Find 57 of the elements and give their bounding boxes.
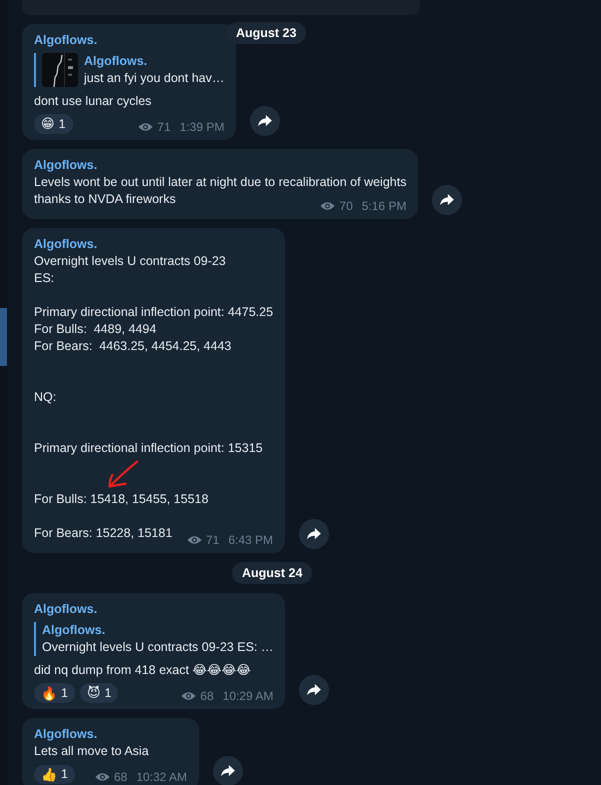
- reply-quote[interactable]: Algoflows. just an fyi you dont hav…: [34, 53, 224, 87]
- forward-button[interactable]: [432, 185, 462, 215]
- message-time: 5:16 PM: [362, 199, 406, 213]
- message-text: Levels wont be out until later at night due to recalibration of weights: [34, 174, 406, 191]
- reaction-chip[interactable]: 🔥 1: [34, 683, 75, 703]
- reaction-chip[interactable]: 😈 1: [80, 683, 118, 703]
- view-count: 68: [200, 689, 214, 703]
- message-text: Lets all move to Asia: [34, 743, 149, 760]
- view-count: 71: [206, 533, 220, 547]
- reaction-chip[interactable]: 👍 1: [34, 764, 75, 784]
- views-icon: [320, 201, 336, 211]
- message-time: 10:29 AM: [222, 689, 274, 703]
- message-text: Primary directional inflection point: 15315: [34, 440, 263, 457]
- message-text: did nq dump from 418 exact 😂😂😂😂: [34, 662, 251, 679]
- share-icon: [258, 115, 272, 127]
- forward-button[interactable]: [250, 106, 280, 136]
- author-name[interactable]: Algoflows.: [34, 726, 98, 743]
- share-icon: [440, 194, 454, 206]
- forward-button[interactable]: [299, 519, 330, 549]
- message-text: Primary directional inflection point: 4475.25: [34, 304, 274, 321]
- reaction-chip[interactable]: 😁 1: [34, 114, 73, 134]
- message-text: dont use lunar cycles: [34, 93, 152, 110]
- views-icon: [181, 691, 196, 701]
- date-label: August 23: [226, 22, 306, 44]
- quote-text: Overnight levels U contracts 09-23 ES: …: [42, 639, 274, 656]
- message-text: For Bulls: 15418, 15455, 15518: [34, 491, 208, 508]
- author-name[interactable]: Algoflows.: [34, 236, 98, 253]
- views-icon: [94, 772, 110, 782]
- share-icon: [221, 765, 236, 777]
- views-icon: [186, 535, 202, 545]
- author-name[interactable]: Algoflows.: [34, 32, 98, 49]
- author-name[interactable]: Algoflows.: [34, 157, 98, 174]
- share-icon: [307, 684, 322, 696]
- forward-button[interactable]: [213, 756, 244, 785]
- message-text: For Bears: 4463.25, 4454.25, 4443: [34, 338, 232, 355]
- quote-author: Algoflows.: [42, 622, 106, 639]
- forward-button[interactable]: [299, 675, 330, 705]
- message-text: thanks to NVDA fireworks: [34, 191, 176, 208]
- message-time: 1:39 PM: [180, 120, 224, 134]
- message-time: 10:32 AM: [136, 770, 188, 784]
- reply-quote[interactable]: Algoflows. Overnight levels U contracts 09-23 ES: …: [34, 622, 274, 656]
- author-name[interactable]: Algoflows.: [34, 601, 98, 618]
- scroll-marker: [0, 308, 7, 366]
- message-text: For Bulls: 4489, 4494: [34, 321, 156, 338]
- message-text: ES:: [34, 270, 54, 287]
- share-icon: [307, 528, 322, 540]
- message-text: For Bears: 15228, 15181: [34, 525, 172, 542]
- message-text: Overnight levels U contracts 09-23: [34, 253, 226, 270]
- date-label: August 24: [232, 562, 312, 584]
- views-icon: [138, 122, 154, 132]
- message-time: 6:43 PM: [228, 533, 274, 547]
- message-text: NQ:: [34, 389, 56, 406]
- view-count: 71: [157, 120, 171, 134]
- view-count: 68: [114, 770, 128, 784]
- quote-text: just an fyi you dont hav…: [84, 70, 224, 87]
- quote-author: Algoflows.: [84, 53, 148, 70]
- view-count: 70: [339, 199, 353, 213]
